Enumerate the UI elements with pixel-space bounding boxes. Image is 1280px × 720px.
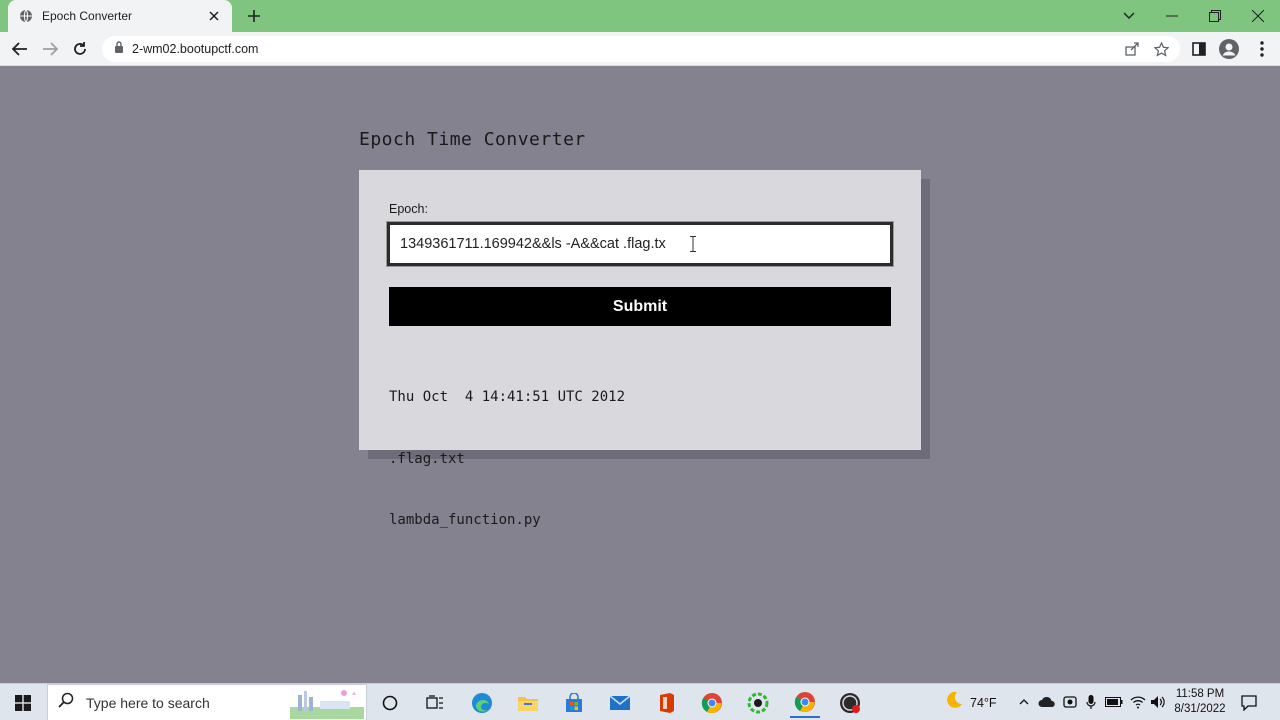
mail-icon[interactable] bbox=[605, 688, 635, 718]
onedrive-cloud-icon[interactable] bbox=[1038, 693, 1056, 711]
forward-arrow-icon[interactable] bbox=[38, 37, 62, 61]
close-window-icon[interactable] bbox=[1246, 4, 1270, 28]
search-highlight-illustration-icon bbox=[290, 687, 364, 719]
more-menu-icon[interactable] bbox=[1250, 37, 1274, 61]
minimize-icon[interactable] bbox=[1160, 4, 1184, 28]
back-arrow-icon[interactable] bbox=[8, 37, 32, 61]
chrome-icon[interactable] bbox=[697, 688, 727, 718]
side-panel-icon[interactable] bbox=[1187, 37, 1211, 61]
obs-icon[interactable] bbox=[835, 688, 865, 718]
moon-icon bbox=[944, 690, 964, 715]
tab-title: Epoch Converter bbox=[42, 9, 133, 23]
store-icon[interactable] bbox=[559, 688, 589, 718]
weather-temperature: 74°F bbox=[970, 695, 997, 710]
tab-search-chevron-icon[interactable] bbox=[1117, 4, 1141, 28]
bookmark-star-icon[interactable] bbox=[1152, 40, 1170, 58]
battery-icon[interactable] bbox=[1105, 693, 1123, 711]
browser-tab-bar: Epoch Converter bbox=[0, 0, 1280, 32]
office-icon[interactable] bbox=[651, 688, 681, 718]
browser-tab[interactable]: Epoch Converter bbox=[8, 0, 232, 32]
epoch-input[interactable] bbox=[387, 222, 893, 266]
windows-taskbar: Type here to search 74°F 11:58 PM 8/31/2… bbox=[0, 683, 1280, 720]
lock-icon[interactable] bbox=[114, 40, 124, 58]
share-icon[interactable] bbox=[1123, 40, 1141, 58]
search-icon bbox=[58, 692, 74, 713]
weather-widget[interactable]: 74°F bbox=[944, 684, 997, 720]
cortana-icon[interactable] bbox=[375, 688, 405, 718]
page-title: Epoch Time Converter bbox=[359, 129, 586, 150]
search-placeholder: Type here to search bbox=[86, 694, 210, 711]
submit-button[interactable]: Submit bbox=[389, 287, 891, 326]
chrome-active-icon[interactable] bbox=[790, 688, 820, 718]
tray-overflow-chevron-icon[interactable] bbox=[1015, 693, 1033, 711]
epoch-label: Epoch: bbox=[389, 202, 428, 216]
command-output: Thu Oct 4 14:41:51 UTC 2012 .flag.txt la… bbox=[389, 346, 625, 572]
text-cursor-icon bbox=[690, 236, 696, 252]
output-line: lambda_function.py bbox=[389, 512, 541, 528]
camera-app-icon[interactable] bbox=[1061, 693, 1079, 711]
url-text: 2-wm02.bootupctf.com bbox=[132, 42, 259, 56]
edge-icon[interactable] bbox=[467, 688, 497, 718]
green-app-icon[interactable] bbox=[743, 688, 773, 718]
browser-toolbar: 2-wm02.bootupctf.com bbox=[0, 32, 1280, 66]
globe-icon bbox=[18, 8, 34, 24]
profile-avatar-icon[interactable] bbox=[1217, 37, 1241, 61]
wifi-icon[interactable] bbox=[1129, 693, 1147, 711]
converter-card: Epoch: Submit Thu Oct 4 14:41:51 UTC 201… bbox=[359, 170, 921, 528]
close-tab-icon[interactable] bbox=[206, 8, 222, 24]
address-bar[interactable]: 2-wm02.bootupctf.com bbox=[102, 36, 1180, 62]
restore-icon[interactable] bbox=[1203, 4, 1227, 28]
clock-date: 8/31/2022 bbox=[1174, 703, 1226, 715]
microphone-icon[interactable] bbox=[1082, 693, 1100, 711]
page-viewport: Epoch Time Converter Epoch: Submit Thu O… bbox=[0, 67, 1280, 683]
task-view-icon[interactable] bbox=[420, 688, 450, 718]
notification-center-icon[interactable] bbox=[1238, 692, 1260, 714]
taskbar-search-box[interactable]: Type here to search bbox=[47, 684, 367, 720]
system-clock[interactable]: 11:58 PM 8/31/2022 bbox=[1166, 687, 1234, 717]
file-explorer-icon[interactable] bbox=[513, 688, 543, 718]
output-line: Thu Oct 4 14:41:51 UTC 2012 bbox=[389, 389, 626, 405]
new-tab-icon[interactable] bbox=[244, 6, 264, 26]
volume-icon[interactable] bbox=[1149, 693, 1167, 711]
output-line: .flag.txt bbox=[389, 450, 465, 467]
reload-icon[interactable] bbox=[68, 37, 92, 61]
clock-time: 11:58 PM bbox=[1175, 688, 1225, 700]
windows-start-icon[interactable] bbox=[0, 684, 46, 720]
